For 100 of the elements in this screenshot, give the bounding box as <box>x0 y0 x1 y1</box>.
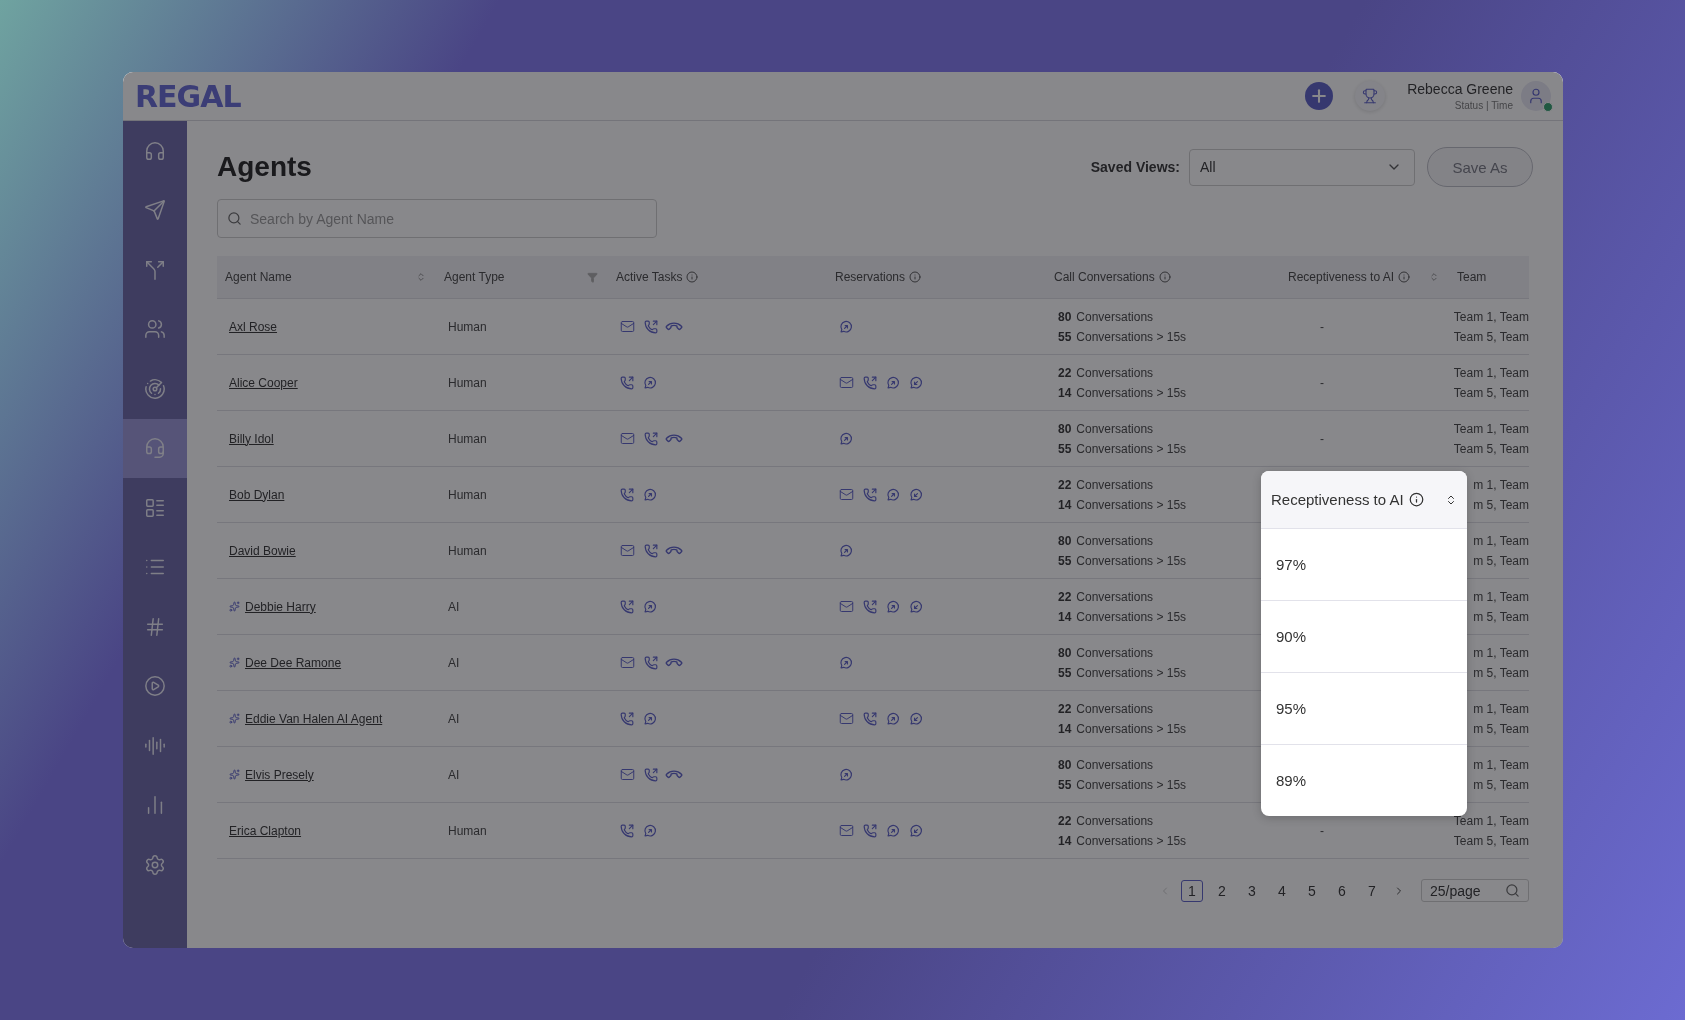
users-icon <box>144 318 166 341</box>
list-card-icon <box>144 496 166 519</box>
trophy-button[interactable] <box>1355 81 1386 111</box>
team-list: m 5, Team <box>1473 553 1529 568</box>
conversations-count: 22 Conversations <box>1058 365 1154 380</box>
team-list: Team 1, Team <box>1453 421 1529 436</box>
chat-incoming-icon <box>909 487 923 502</box>
mail-icon <box>839 823 854 838</box>
team-list: Team 5, Team <box>1453 385 1529 400</box>
chat-incoming-icon <box>909 711 923 726</box>
agent-name-link[interactable]: David Bowie <box>229 543 296 558</box>
agent-type: Human <box>448 823 487 838</box>
receptiveness-value: 89% <box>1276 772 1307 789</box>
agent-type: AI <box>448 767 460 782</box>
outgoing-call-icon <box>863 487 877 502</box>
chat-incoming-icon <box>909 823 923 838</box>
agent-name-link[interactable]: Alice Cooper <box>229 375 298 390</box>
team-list: m 1, Team <box>1473 589 1529 604</box>
headphones-icon <box>144 139 166 162</box>
team-list: Team 1, Team <box>1453 813 1529 828</box>
long-conversations-count: 14 Conversations > 15s <box>1058 721 1187 736</box>
long-conversations-count: 55 Conversations > 15s <box>1058 441 1187 456</box>
long-conversations-count: 14 Conversations > 15s <box>1058 833 1187 848</box>
mail-icon <box>620 319 635 334</box>
chat-outgoing-icon <box>886 823 900 838</box>
saved-views-select[interactable]: All <box>1189 148 1415 186</box>
conversations-count: 22 Conversations <box>1058 589 1154 604</box>
outgoing-call-icon <box>644 543 658 558</box>
agent-name-link[interactable]: Axl Rose <box>229 319 278 334</box>
agent-name-link[interactable]: Erica Clapton <box>229 823 302 838</box>
conversations-count: 80 Conversations <box>1058 533 1154 548</box>
agent-name-link[interactable]: Dee Dee Ramone <box>245 655 342 670</box>
info-icon[interactable] <box>1408 492 1424 507</box>
conversations-count: 22 Conversations <box>1058 701 1154 716</box>
chat-outgoing-icon <box>886 711 900 726</box>
filter-icon[interactable] <box>587 271 598 283</box>
add-button[interactable] <box>1305 82 1334 110</box>
long-conversations-count: 55 Conversations > 15s <box>1058 665 1187 680</box>
agent-name-link[interactable]: Eddie Van Halen AI Agent <box>245 711 383 726</box>
user-icon <box>1527 87 1545 105</box>
team-list: m 5, Team <box>1473 777 1529 792</box>
team-list: m 1, Team <box>1473 701 1529 716</box>
outgoing-call-icon <box>863 599 877 614</box>
column-header: Call Conversations <box>1054 270 1155 284</box>
page-size-field[interactable]: 25/page <box>1421 879 1529 902</box>
agent-type: Human <box>448 319 487 334</box>
mail-icon <box>839 487 854 502</box>
agent-name-link[interactable]: Elvis Presely <box>245 767 314 782</box>
team-list: m 1, Team <box>1473 477 1529 492</box>
column-header: Agent Type <box>444 270 505 284</box>
conversations-count: 22 Conversations <box>1058 813 1154 828</box>
trophy-icon <box>1362 88 1379 104</box>
avatar[interactable] <box>1521 81 1551 111</box>
receptiveness-value: - <box>1320 319 1324 334</box>
team-list: m 5, Team <box>1473 665 1529 680</box>
outgoing-call-icon <box>644 319 658 334</box>
chat-outgoing-icon <box>643 599 657 614</box>
popup-title: Receptiveness to AI <box>1271 491 1404 508</box>
team-list: m 1, Team <box>1473 757 1529 772</box>
team-list: Team 5, Team <box>1453 833 1529 848</box>
chat-outgoing-icon <box>886 487 900 502</box>
page-button[interactable]: 1 <box>1181 879 1203 902</box>
outgoing-call-icon <box>620 823 634 838</box>
logo: REGAL <box>135 78 241 114</box>
mail-icon <box>620 655 635 670</box>
mail-icon <box>839 599 854 614</box>
agent-name-link[interactable]: Debbie Harry <box>245 599 316 614</box>
agent-name-link[interactable]: Billy Idol <box>229 431 274 446</box>
column-header: Receptiveness to AI <box>1288 270 1395 284</box>
outgoing-call-icon <box>620 487 634 502</box>
receptiveness-value: 97% <box>1276 556 1307 573</box>
chat-outgoing-icon <box>839 655 853 670</box>
long-conversations-count: 55 Conversations > 15s <box>1058 777 1187 792</box>
agent-type: Human <box>448 487 487 502</box>
outgoing-call-icon <box>620 711 634 726</box>
column-header: Team <box>1457 270 1487 284</box>
chat-outgoing-icon <box>643 823 657 838</box>
chat-incoming-icon <box>909 375 923 390</box>
send-icon <box>144 199 166 222</box>
split-arrow-icon <box>144 258 166 281</box>
outgoing-call-icon <box>620 375 634 390</box>
mail-icon <box>839 711 854 726</box>
column-header: Reservations <box>835 270 906 284</box>
receptiveness-value: - <box>1320 375 1324 390</box>
headset-icon <box>144 437 166 460</box>
team-list: m 5, Team <box>1473 721 1529 736</box>
outgoing-call-icon <box>863 375 877 390</box>
conversations-count: 80 Conversations <box>1058 757 1154 772</box>
page-title: Agents <box>217 151 312 183</box>
sort-icon[interactable] <box>1445 493 1457 506</box>
team-list: Team 5, Team <box>1453 329 1529 344</box>
chat-incoming-icon <box>909 599 923 614</box>
outgoing-call-icon <box>644 431 658 446</box>
chat-outgoing-icon <box>839 543 853 558</box>
search-icon <box>227 211 242 226</box>
agent-name-link[interactable]: Bob Dylan <box>229 487 285 502</box>
long-conversations-count: 55 Conversations > 15s <box>1058 553 1187 568</box>
conversations-count: 22 Conversations <box>1058 477 1154 492</box>
receptiveness-value: - <box>1320 823 1324 838</box>
sidebar-item[interactable] <box>123 418 187 478</box>
